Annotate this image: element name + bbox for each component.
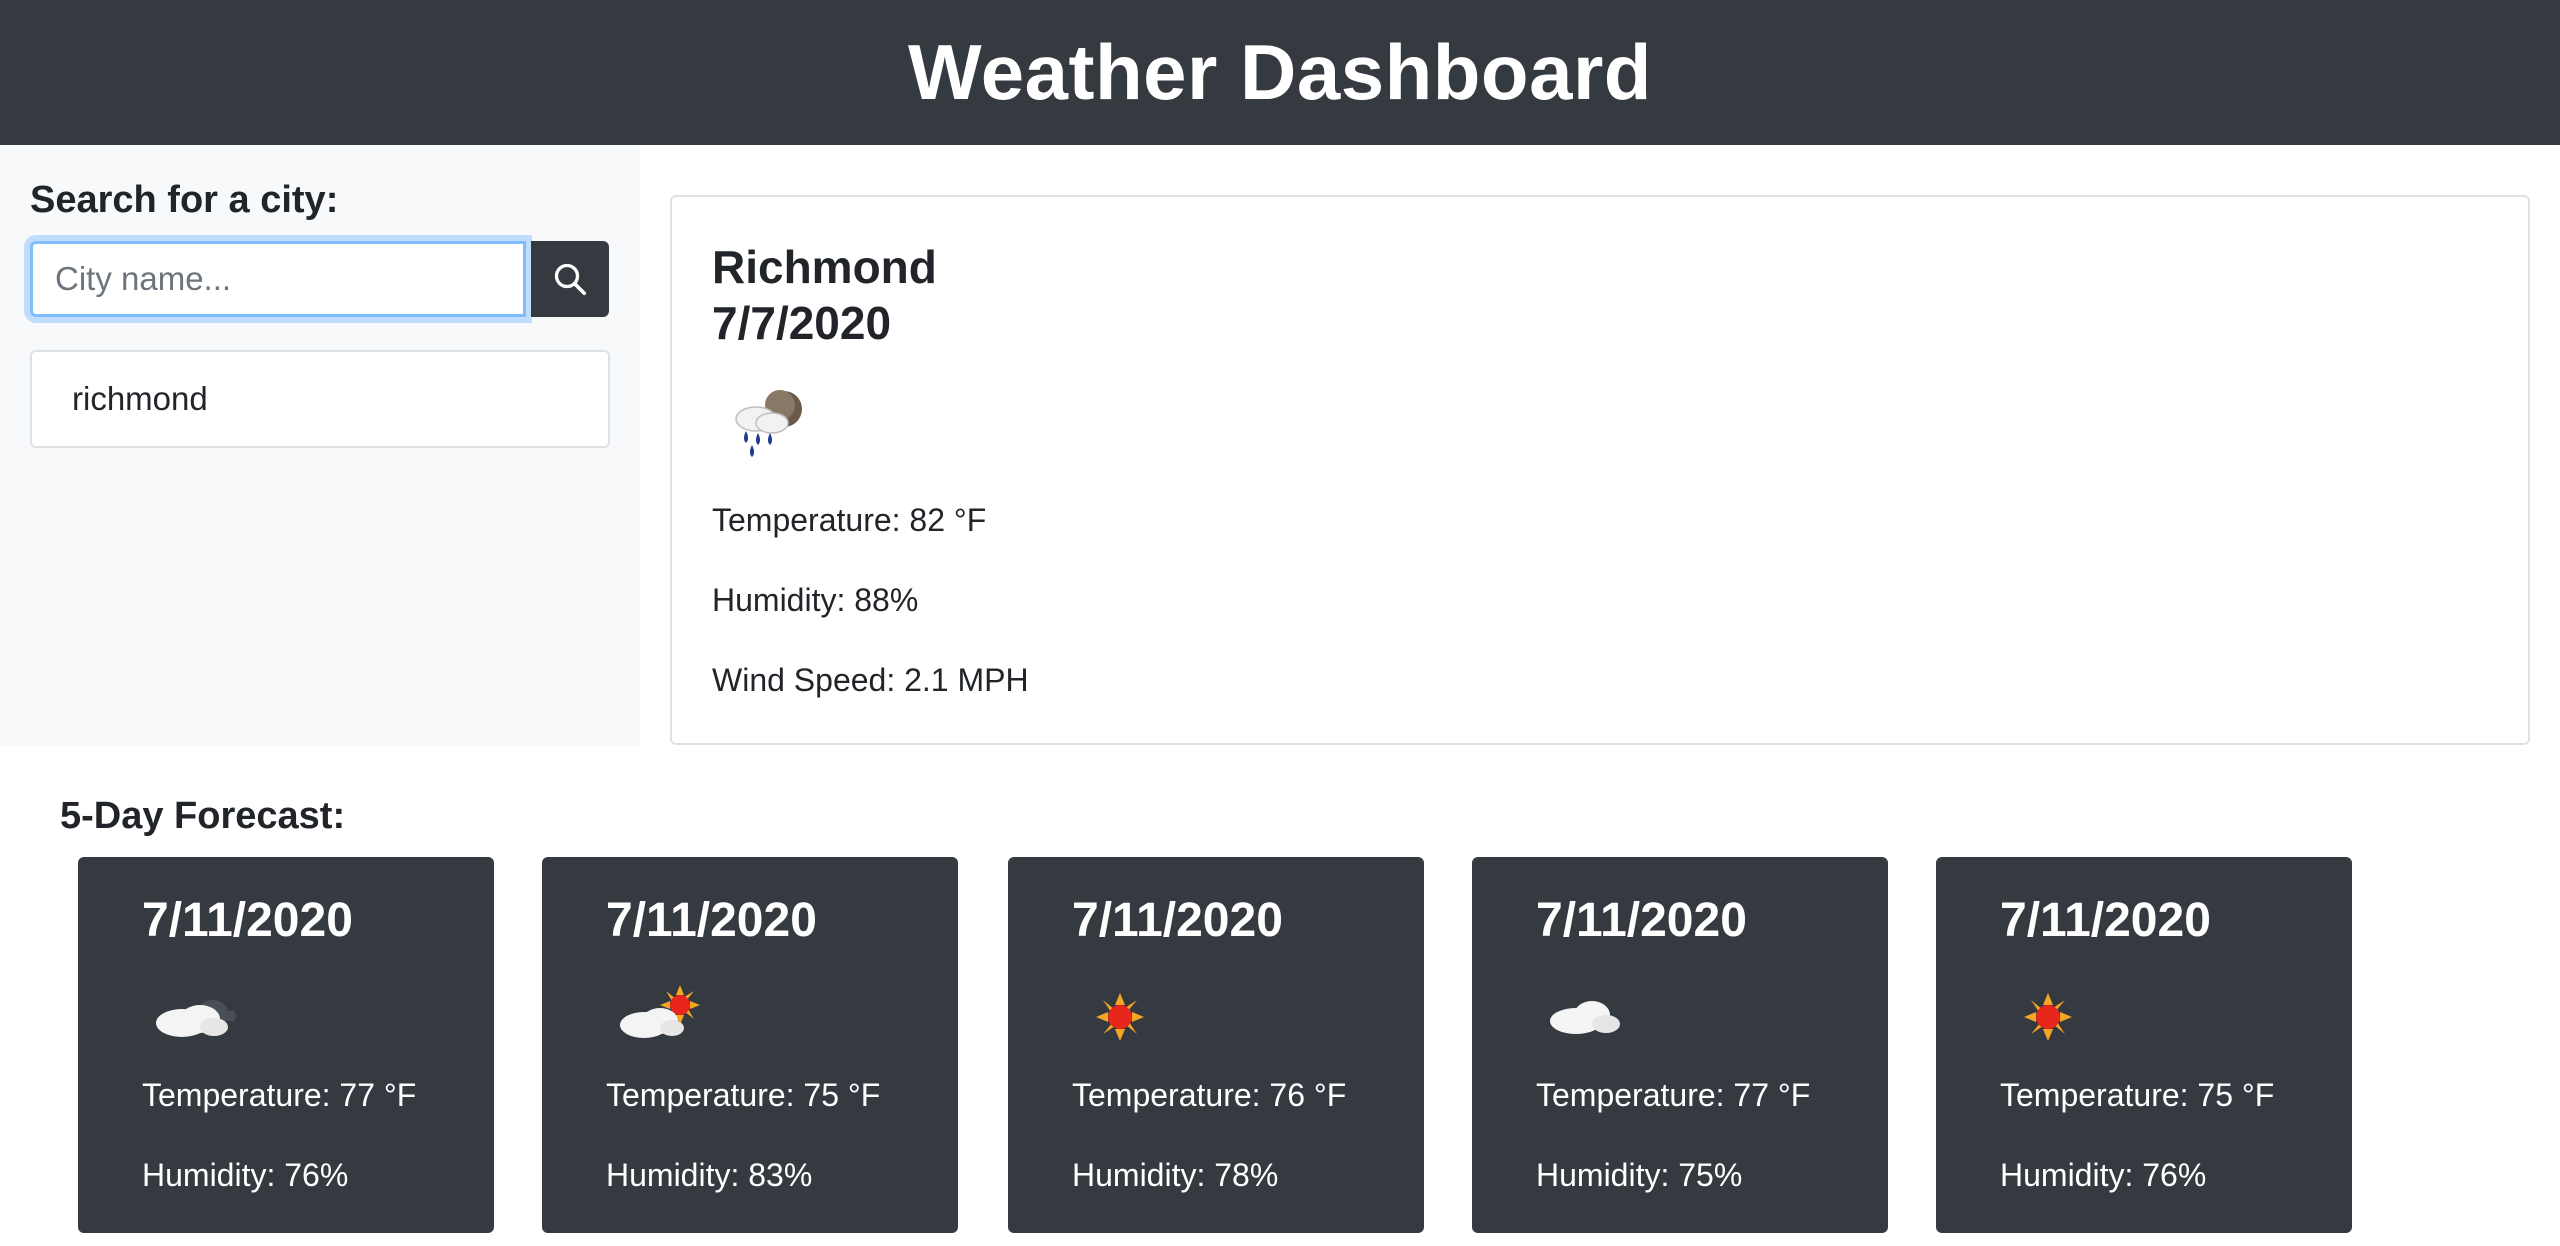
sun-icon xyxy=(1096,993,1144,1041)
forecast-title: 5-Day Forecast: xyxy=(60,795,346,837)
forecast-temperature: Temperature: 77 °F xyxy=(142,1077,417,1113)
current-weather-card: Richmond 7/7/2020 Temperature: 82 °F Hum… xyxy=(670,195,2530,745)
forecast-date: 7/11/2020 xyxy=(142,894,353,947)
search-history-list: richmond xyxy=(30,350,610,448)
current-date: 7/7/2020 xyxy=(712,297,892,349)
partly-sunny-icon xyxy=(620,985,700,1038)
forecast-humidity: Humidity: 83% xyxy=(606,1157,813,1193)
history-item-label: richmond xyxy=(72,380,208,417)
search-label: Search for a city: xyxy=(30,179,339,221)
forecast-date: 7/11/2020 xyxy=(1072,894,1283,947)
page-title: Weather Dashboard xyxy=(908,28,1652,116)
rain-night-icon xyxy=(735,390,802,457)
forecast-date: 7/11/2020 xyxy=(1536,894,1747,947)
current-wind-speed: Wind Speed: 2.1 MPH xyxy=(712,662,1029,698)
forecast-humidity: Humidity: 78% xyxy=(1072,1157,1279,1193)
forecast-date: 7/11/2020 xyxy=(2000,894,2211,947)
search-button[interactable] xyxy=(531,241,609,317)
current-humidity: Humidity: 88% xyxy=(712,582,919,618)
current-temperature: Temperature: 82 °F xyxy=(712,502,987,538)
app-header: Weather Dashboard xyxy=(0,0,2560,145)
forecast-temperature: Temperature: 77 °F xyxy=(1536,1077,1811,1113)
search-input[interactable] xyxy=(30,241,526,317)
current-city-name: Richmond xyxy=(712,241,937,293)
forecast-temperature: Temperature: 75 °F xyxy=(606,1077,881,1113)
forecast-humidity: Humidity: 76% xyxy=(2000,1157,2207,1193)
forecast-card: 7/11/2020 Temperature: 76 °F Humidity: 7… xyxy=(1008,857,1424,1233)
forecast-card: 7/11/2020 Temperature: 77 °F Humidity: 7… xyxy=(78,857,494,1233)
cloud-night-icon xyxy=(156,999,236,1037)
forecast-card: 7/11/2020 Temperature: 77 °F Humidity: 7… xyxy=(1472,857,1888,1233)
forecast-card: 7/11/2020 Temperature: 75 °F Humidity: 8… xyxy=(542,857,958,1233)
forecast-temperature: Temperature: 76 °F xyxy=(1072,1077,1347,1113)
cloud-icon xyxy=(1550,1001,1620,1034)
forecast-humidity: Humidity: 75% xyxy=(1536,1157,1743,1193)
forecast-humidity: Humidity: 76% xyxy=(142,1157,349,1193)
forecast-temperature: Temperature: 75 °F xyxy=(2000,1077,2275,1113)
forecast-date: 7/11/2020 xyxy=(606,894,817,947)
forecast-card: 7/11/2020 Temperature: 75 °F Humidity: 7… xyxy=(1936,857,2352,1233)
sidebar: Search for a city: richmond xyxy=(0,145,640,745)
search-icon xyxy=(554,263,587,296)
history-item-richmond[interactable]: richmond xyxy=(30,350,610,448)
sun-icon xyxy=(2024,993,2072,1041)
